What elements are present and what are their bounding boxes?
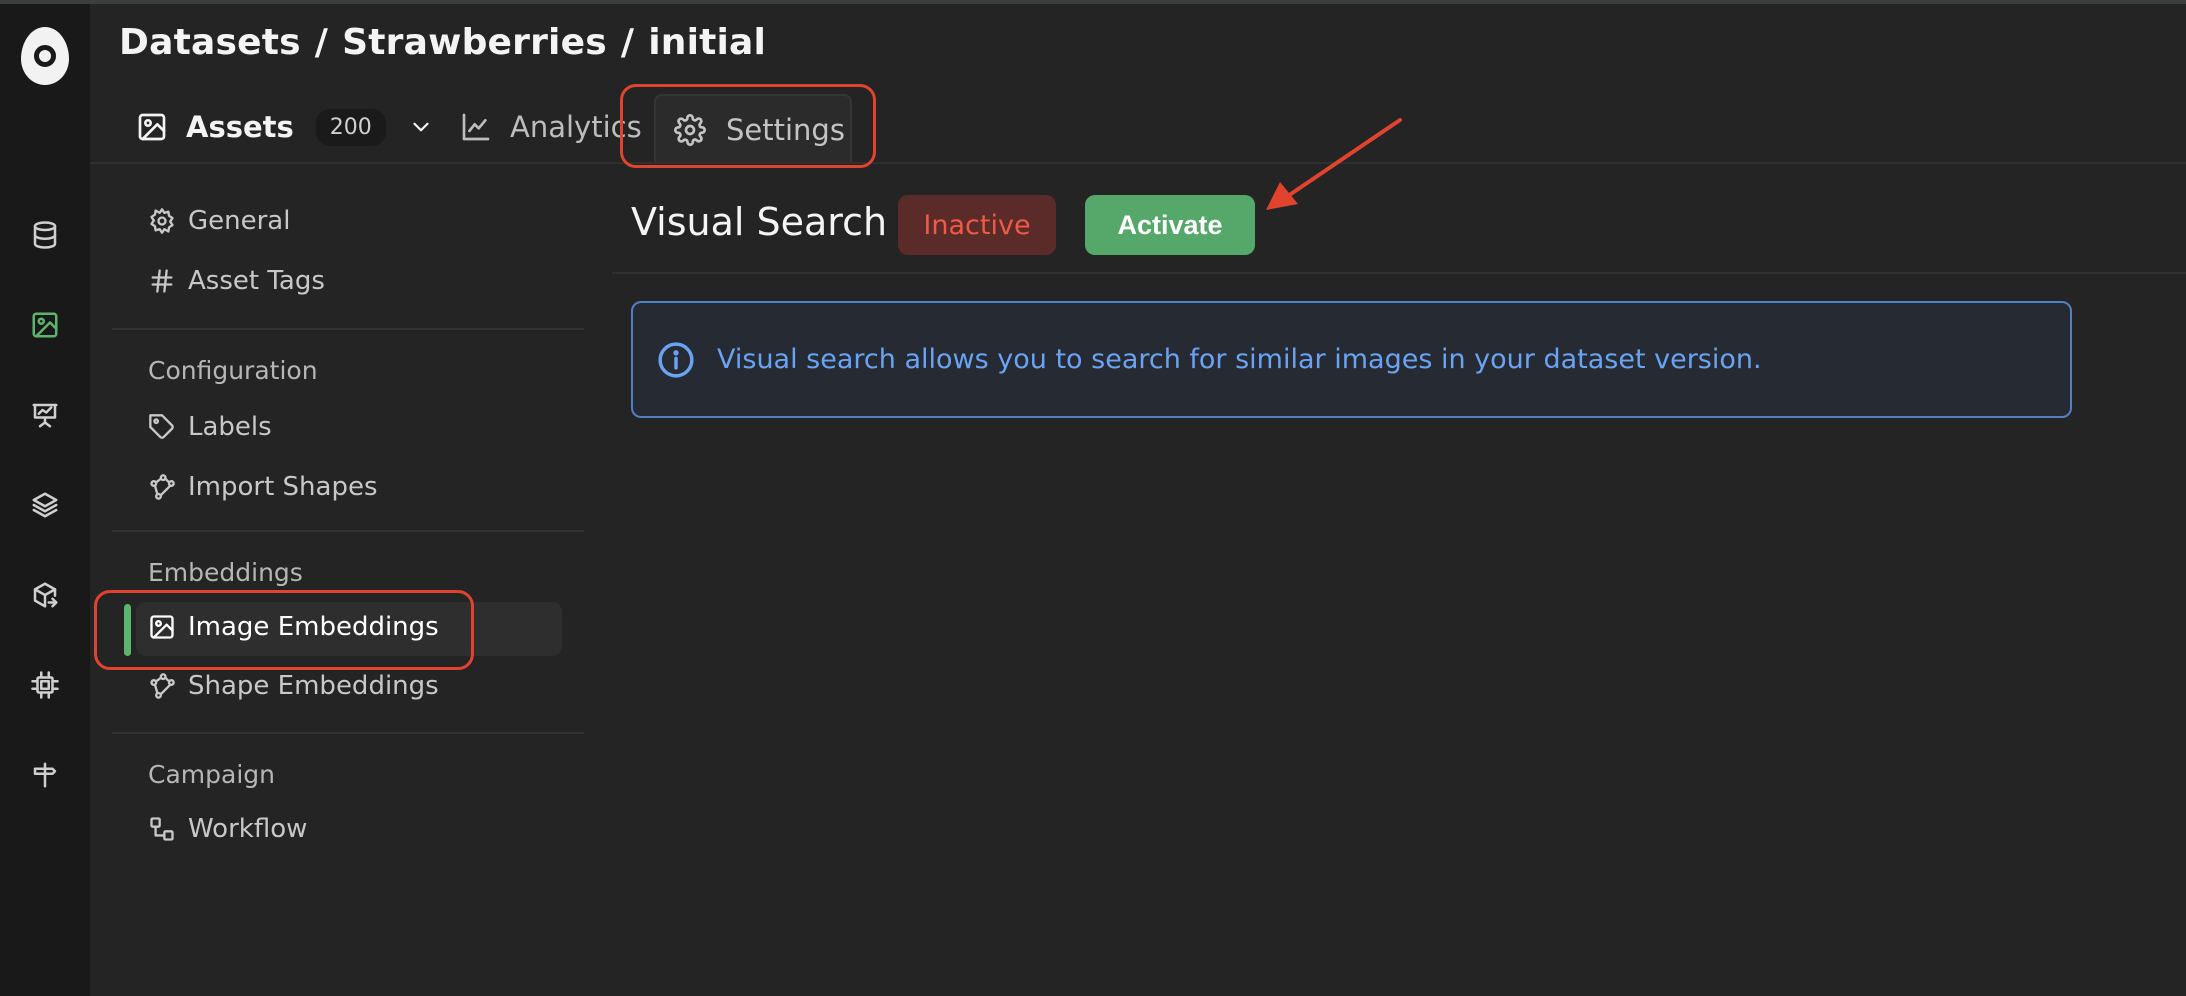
layers-icon[interactable] (27, 487, 63, 523)
nav-section-campaign: Campaign (148, 760, 275, 789)
nav-item-asset-tags[interactable]: Asset Tags (148, 266, 325, 296)
tab-analytics[interactable]: Analytics (460, 92, 642, 162)
breadcrumb: Datasets / Strawberries / initial (119, 22, 766, 63)
image-icon (138, 113, 166, 141)
nav-item-label: Shape Embeddings (188, 671, 439, 701)
header-divider (90, 162, 2186, 164)
nav-section-configuration: Configuration (148, 356, 318, 385)
nav-item-label: Import Shapes (188, 472, 378, 502)
nav-item-import-shapes[interactable]: Import Shapes (148, 472, 378, 502)
breadcrumb-separator: / (620, 22, 635, 63)
nav-item-general[interactable]: General (148, 206, 290, 236)
nav-item-label: Labels (188, 412, 272, 442)
activate-button[interactable]: Activate (1085, 195, 1255, 255)
nav-divider (112, 732, 584, 734)
box-arrow-icon[interactable] (27, 577, 63, 613)
app-logo[interactable] (21, 27, 69, 85)
nav-item-labels[interactable]: Labels (148, 412, 272, 442)
nav-item-label: Workflow (188, 814, 308, 844)
status-badge: Inactive (898, 195, 1056, 255)
chevron-down-icon[interactable] (408, 114, 434, 140)
assets-count-badge: 200 (315, 108, 386, 146)
line-chart-icon (462, 113, 490, 141)
nav-item-shape-embeddings[interactable]: Shape Embeddings (148, 671, 439, 701)
image-icon[interactable] (27, 307, 63, 343)
annotation-arrow-icon (1266, 118, 1402, 210)
nav-divider (112, 530, 584, 532)
content-divider (612, 272, 2186, 274)
app-rail (0, 4, 90, 996)
signpost-icon[interactable] (27, 757, 63, 793)
info-text: Visual search allows you to search for s… (717, 344, 1762, 375)
polygon-shape-icon (150, 673, 175, 699)
chip-icon[interactable] (27, 667, 63, 703)
nav-item-label: Asset Tags (188, 266, 325, 296)
breadcrumb-separator: / (314, 22, 329, 63)
window-top-border (0, 0, 2186, 4)
annotation-highlight-image-embeddings (94, 590, 474, 670)
breadcrumb-datasets[interactable]: Datasets (119, 22, 301, 63)
annotation-highlight-settings (620, 84, 876, 168)
nav-item-label: General (188, 206, 291, 236)
info-alert: Visual search allows you to search for s… (631, 301, 2072, 418)
breadcrumb-strawberries[interactable]: Strawberries (342, 22, 607, 63)
tab-assets-label: Assets (186, 110, 294, 144)
hash-icon (151, 269, 173, 293)
breadcrumb-version: initial (648, 22, 767, 63)
tab-assets[interactable]: Assets 200 (136, 92, 434, 162)
nav-section-embeddings: Embeddings (148, 558, 303, 587)
workflow-icon (150, 817, 174, 841)
database-icon[interactable] (27, 217, 63, 253)
presentation-chart-icon[interactable] (27, 397, 63, 433)
tag-icon (149, 414, 174, 439)
nav-item-workflow[interactable]: Workflow (148, 814, 307, 844)
gear-icon (150, 208, 174, 234)
info-icon (658, 341, 694, 378)
polygon-shape-icon (150, 474, 175, 500)
nav-divider (112, 328, 584, 330)
page-title: Visual Search (631, 200, 888, 244)
